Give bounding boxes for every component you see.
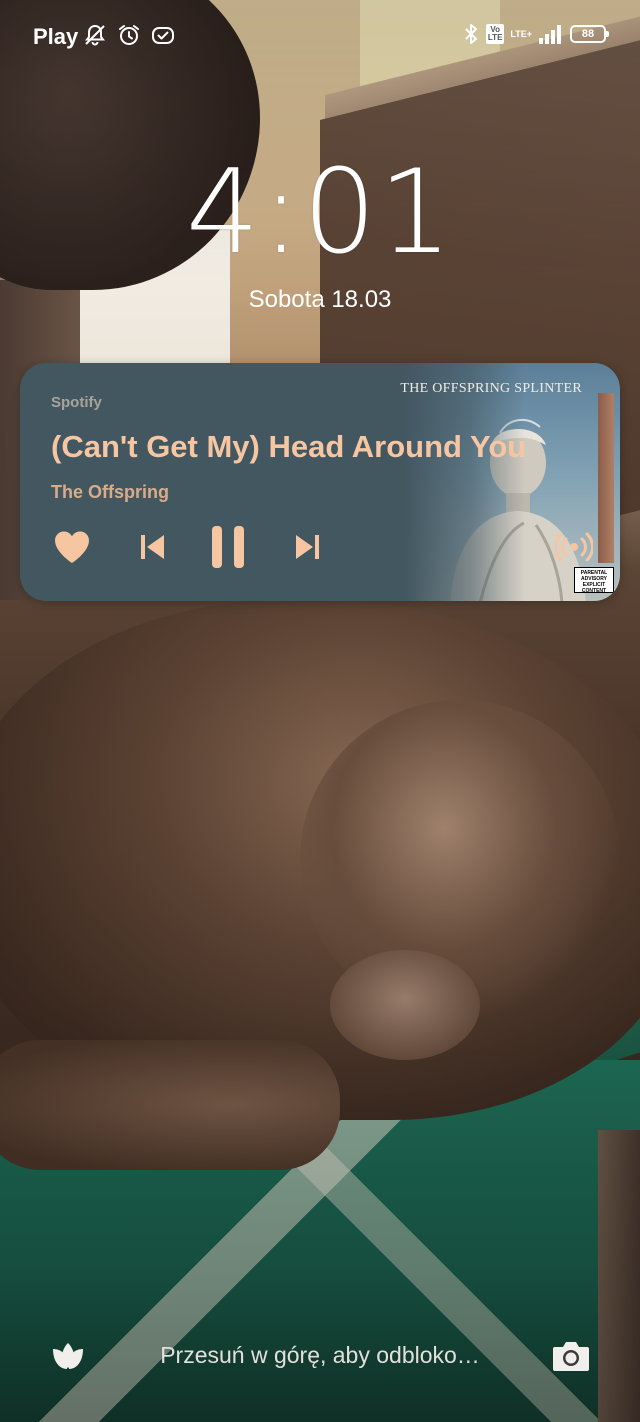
status-bar: Play Vo LTE LTE+ 88 (0, 0, 640, 72)
track-artist: The Offspring (51, 482, 169, 502)
alarm-icon (116, 22, 142, 48)
lte-plus-icon: LTE+ (510, 28, 532, 39)
bell-off-icon (82, 22, 108, 48)
lock-date: Sobota 18.03 (248, 286, 392, 313)
album-art-column (598, 393, 614, 563)
cast-button[interactable] (554, 527, 594, 567)
previous-button[interactable] (130, 525, 174, 569)
album-art-fade (405, 363, 525, 601)
pause-button[interactable] (206, 525, 250, 569)
next-icon (296, 535, 319, 559)
cast-icon (555, 532, 593, 562)
volte-icon: Vo LTE (485, 24, 505, 44)
status-icons-left (82, 22, 176, 48)
unlock-hint: Przesuń w górę, aby odbloko… (160, 1342, 480, 1368)
battery-level: 88 (581, 28, 595, 40)
status-icons-right: Vo LTE LTE+ 88 (462, 22, 609, 46)
album-art-title: THE OFFSPRING SPLINTER (400, 381, 582, 396)
media-app-name: Spotify (51, 394, 102, 411)
lock-clock: 4:01 (185, 145, 455, 280)
media-player-card[interactable]: THE OFFSPRING SPLINTER PARENTAL ADVISORY… (20, 363, 620, 601)
signal-icon (538, 23, 564, 45)
heart-icon (55, 531, 89, 563)
battery-icon: 88 (570, 25, 609, 43)
next-button[interactable] (286, 525, 330, 569)
like-button[interactable] (50, 525, 94, 569)
lock-bottom-bar: Przesuń w górę, aby odbloko… (0, 1322, 640, 1392)
bluetooth-icon (462, 22, 480, 46)
parental-advisory-label: PARENTAL ADVISORY EXPLICIT CONTENT (574, 567, 614, 594)
track-title: (Can't Get My) Head Around You (51, 429, 527, 464)
previous-icon (141, 535, 164, 559)
camera-shortcut-button[interactable] (550, 1337, 592, 1375)
carrier-name: Play (33, 24, 79, 49)
camera-icon (553, 1342, 589, 1371)
pause-icon (212, 526, 244, 568)
check-badge-icon (150, 22, 176, 48)
media-controls (50, 525, 350, 569)
